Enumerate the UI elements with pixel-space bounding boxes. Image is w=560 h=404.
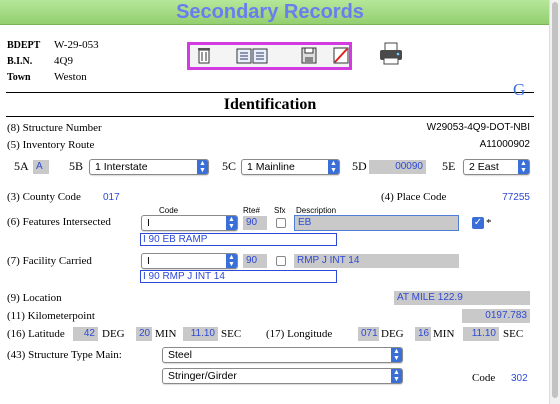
route-5b-label: 5B bbox=[69, 159, 84, 173]
google-icon[interactable]: G bbox=[513, 80, 525, 100]
latitude-deg-label: DEG bbox=[102, 328, 125, 340]
trash-icon[interactable] bbox=[196, 47, 212, 64]
bdept-label: BDEPT bbox=[7, 40, 41, 51]
cancel-icon[interactable] bbox=[333, 47, 349, 64]
facility-code-select[interactable]: I ▲ ▼ bbox=[141, 253, 238, 269]
structure-code-label: Code bbox=[472, 372, 496, 384]
chevron-updown-icon: ▲ ▼ bbox=[226, 254, 237, 268]
divider-bottom bbox=[6, 116, 534, 117]
latitude-sec-label: SEC bbox=[221, 328, 242, 340]
structure-material-value: Steel bbox=[168, 349, 192, 361]
structure-number-label: (8) Structure Number bbox=[7, 122, 102, 134]
structure-number-value: W29053-4Q9-DOT-NBI bbox=[426, 122, 530, 133]
records-icon[interactable] bbox=[236, 47, 268, 64]
facility-rte-field[interactable]: 90 bbox=[243, 254, 267, 268]
latitude-deg-field[interactable]: 42 bbox=[73, 327, 98, 341]
bin-value: 4Q9 bbox=[54, 55, 73, 67]
route-5e-value: 2 East bbox=[469, 161, 499, 173]
latitude-min-label: MIN bbox=[155, 328, 177, 340]
route-5a-label: 5A bbox=[14, 159, 29, 173]
route-5d-label: 5D bbox=[352, 159, 367, 173]
bdept-value: W-29-053 bbox=[54, 39, 99, 51]
save-icon[interactable] bbox=[301, 47, 317, 64]
latitude-sec-field[interactable]: 11.10 bbox=[183, 327, 218, 341]
place-code-value: 77255 bbox=[502, 192, 530, 203]
route-5c-label: 5C bbox=[222, 159, 237, 173]
route-5b-value: 1 Interstate bbox=[95, 161, 148, 173]
chevron-updown-icon: ▲ ▼ bbox=[391, 348, 402, 362]
chevron-updown-icon: ▲ ▼ bbox=[197, 160, 208, 174]
bin-label: B.I.N. bbox=[7, 56, 33, 67]
structure-material-select[interactable]: Steel ▲ ▼ bbox=[162, 347, 403, 363]
inventory-route-value: A11000902 bbox=[479, 139, 530, 150]
chevron-updown-icon: ▲ ▼ bbox=[328, 160, 339, 174]
chevron-updown-icon: ▲ ▼ bbox=[391, 369, 402, 383]
features-code-select[interactable]: I ▲ ▼ bbox=[141, 215, 238, 231]
town-value: Weston bbox=[54, 71, 87, 83]
scrollbar-thumb[interactable] bbox=[552, 2, 558, 398]
inventory-route-label: (5) Inventory Route bbox=[7, 139, 95, 151]
facility-carried-label: (7) Facility Carried bbox=[7, 255, 92, 267]
route-5c-select[interactable]: 1 Mainline ▲ ▼ bbox=[241, 159, 340, 175]
page-title: Secondary Records bbox=[176, 1, 364, 23]
town-label: Town bbox=[7, 72, 31, 83]
structure-type-label: (43) Structure Type Main: bbox=[7, 349, 122, 361]
longitude-min-field[interactable]: 16 bbox=[415, 327, 431, 341]
features-sfx-checkbox[interactable] bbox=[276, 218, 286, 228]
route-5a-field[interactable]: A bbox=[33, 160, 49, 174]
column-sfx-label: Sfx bbox=[274, 206, 286, 215]
structure-design-value: Stringer/Girder bbox=[168, 370, 237, 382]
kilometerpoint-field[interactable]: 0197.783 bbox=[462, 309, 530, 323]
features-checkbox-checked[interactable]: ✓ bbox=[472, 217, 484, 229]
latitude-min-field[interactable]: 20 bbox=[136, 327, 152, 341]
longitude-min-label: MIN bbox=[433, 328, 455, 340]
route-5c-value: 1 Mainline bbox=[247, 161, 295, 173]
longitude-sec-field[interactable]: 11.10 bbox=[463, 327, 499, 341]
divider-top bbox=[6, 92, 534, 93]
column-code-label: Code bbox=[159, 206, 179, 215]
structure-code-value: 302 bbox=[511, 373, 528, 384]
facility-sfx-checkbox[interactable] bbox=[276, 256, 286, 266]
chevron-updown-icon: ▲ ▼ bbox=[518, 160, 529, 174]
features-intersected-label: (6) Features Intersected bbox=[7, 216, 111, 228]
chevron-updown-icon: ▲ ▼ bbox=[226, 216, 237, 230]
section-title: Identification bbox=[223, 96, 317, 113]
longitude-deg-label: DEG bbox=[381, 328, 404, 340]
features-code-value: I bbox=[147, 217, 150, 229]
facility-full-field[interactable]: I 90 RMP J INT 14 bbox=[140, 270, 337, 283]
longitude-deg-field[interactable]: 071 bbox=[358, 327, 379, 341]
location-label: (9) Location bbox=[7, 292, 62, 304]
required-star: * bbox=[486, 217, 492, 229]
longitude-label: (17) Longitude bbox=[266, 328, 333, 340]
printer-icon[interactable] bbox=[378, 42, 404, 66]
location-field[interactable]: AT MILE 122.9 bbox=[394, 291, 530, 305]
route-5b-select[interactable]: 1 Interstate ▲ ▼ bbox=[89, 159, 209, 175]
features-rte-field[interactable]: 90 bbox=[243, 216, 267, 230]
facility-code-value: I bbox=[147, 255, 150, 267]
column-rte-label: Rte# bbox=[243, 206, 260, 215]
features-description-field[interactable]: EB bbox=[294, 215, 459, 231]
structure-design-select[interactable]: Stringer/Girder ▲ ▼ bbox=[162, 368, 403, 384]
longitude-sec-label: SEC bbox=[503, 328, 524, 340]
kilometerpoint-label: (11) Kilometerpoint bbox=[7, 310, 95, 322]
county-code-value: 017 bbox=[103, 192, 120, 203]
county-code-label: (3) County Code bbox=[7, 191, 81, 203]
features-full-field[interactable]: I 90 EB RAMP bbox=[140, 233, 337, 246]
latitude-label: (16) Latitude bbox=[7, 328, 65, 340]
route-5d-field[interactable]: 00090 bbox=[369, 160, 426, 174]
column-description-label: Description bbox=[296, 206, 337, 215]
route-5e-label: 5E bbox=[442, 159, 456, 173]
facility-description-field[interactable]: RMP J INT 14 bbox=[294, 254, 459, 268]
route-5e-select[interactable]: 2 East ▲ ▼ bbox=[463, 159, 530, 175]
place-code-label: (4) Place Code bbox=[381, 191, 447, 203]
